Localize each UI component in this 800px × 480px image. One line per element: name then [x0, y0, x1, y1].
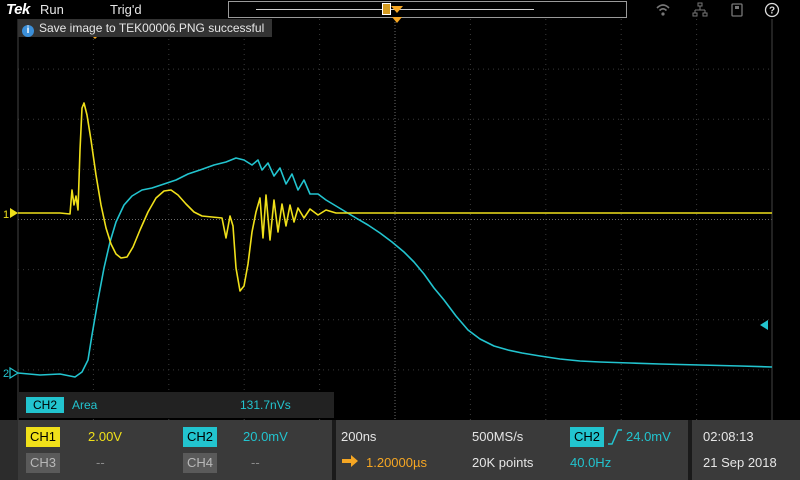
notification-message: i Save image to TEK00006.PNG successful [18, 19, 273, 37]
measurement-name: Area [72, 398, 98, 412]
ch1-scale[interactable]: 2.00V [88, 427, 122, 447]
svg-text:1: 1 [3, 209, 9, 221]
ch2-scale[interactable]: 20.0mV [243, 427, 288, 447]
svg-text:2: 2 [3, 368, 9, 380]
sample-rate: 500MS/s [472, 429, 524, 444]
channels-panel: CH1 2.00V CH2 20.0mV CH3 -- CH4 -- [18, 420, 332, 480]
measurement-channel: CH2 [26, 397, 64, 413]
clock-panel: 02:08:13 21 Sep 2018 [692, 420, 800, 480]
ch2-ground-marker[interactable]: 2 [3, 366, 20, 380]
notification-text: Save image to TEK00006.PNG successful [39, 21, 265, 35]
bottom-settings-bar: CH1 2.00V CH2 20.0mV CH3 -- CH4 -- 200ns… [0, 420, 800, 480]
ch4-scale: -- [251, 455, 260, 470]
clock-time: 02:08:13 [703, 429, 754, 444]
measurement-readout[interactable]: CH2 Area 131.7nVs [18, 392, 334, 418]
ch4-button[interactable]: CH4 [183, 453, 217, 473]
ch1-button[interactable]: CH1 [26, 427, 60, 447]
record-length: 20K points [472, 455, 534, 470]
measurement-value: 131.7nVs [240, 398, 291, 412]
trigger-position-marker[interactable] [391, 6, 403, 23]
ch3-scale: -- [96, 455, 105, 470]
delay-arrow-icon [342, 454, 358, 468]
trigger-level-marker[interactable] [760, 320, 768, 330]
trigger-level[interactable]: 24.0mV [626, 427, 671, 447]
horizontal-trigger-panel[interactable]: 200ns 1.20000µs 500MS/s 20K points CH2 2… [336, 420, 688, 480]
trigger-source[interactable]: CH2 [570, 427, 604, 447]
rising-edge-icon [608, 429, 622, 445]
info-icon: i [22, 25, 34, 37]
trigger-frequency: 40.0Hz [570, 455, 612, 470]
graticule [17, 19, 773, 420]
ch2-button[interactable]: CH2 [183, 427, 217, 447]
ch1-ground-marker[interactable]: 1 [3, 208, 18, 221]
horizontal-delay[interactable]: 1.20000µs [366, 453, 427, 473]
ch3-button[interactable]: CH3 [26, 453, 60, 473]
horizontal-scale[interactable]: 200ns [341, 427, 376, 447]
clock-date: 21 Sep 2018 [703, 455, 777, 470]
